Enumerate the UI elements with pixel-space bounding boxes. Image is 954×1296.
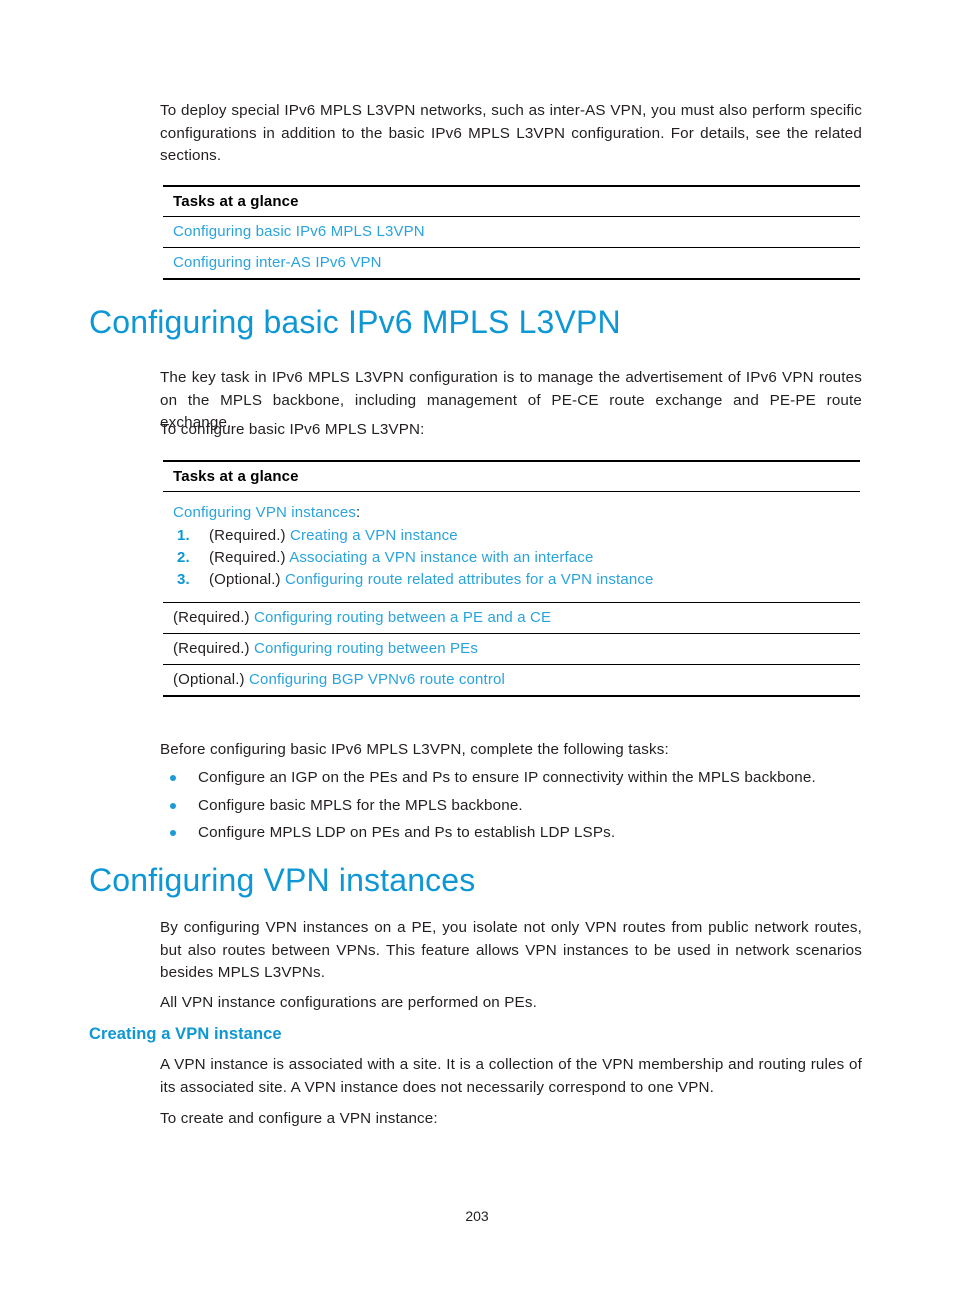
link-configuring-routing-between-pes[interactable]: Configuring routing between PEs: [254, 640, 478, 657]
colon-suffix: :: [356, 504, 361, 521]
table-row[interactable]: (Required.) Configuring routing between …: [163, 634, 860, 665]
ordered-step-list: 1. (Required.) Creating a VPN instance 2…: [173, 525, 860, 591]
step-requirement: (Required.): [209, 527, 286, 544]
section-creating-paragraph-1: A VPN instance is associated with a site…: [160, 1056, 862, 1096]
step-number: 3.: [177, 571, 190, 588]
intro-paragraph: To deploy special IPv6 MPLS L3VPN networ…: [160, 102, 862, 164]
step-number: 1.: [177, 527, 190, 544]
link-associating-a-vpn-instance-with-an-interface[interactable]: Associating a VPN instance with an inter…: [289, 549, 593, 566]
list-item-label: Configure MPLS LDP on PEs and Ps to esta…: [198, 824, 616, 841]
tasks-at-a-glance-table-top: Tasks at a glance Configuring basic IPv6…: [163, 185, 860, 280]
step-requirement: (Required.): [209, 549, 286, 566]
section-creating-paragraph-2: To create and configure a VPN instance:: [160, 1110, 438, 1127]
list-item: Configure an IGP on the PEs and Ps to en…: [160, 764, 862, 792]
row-requirement: (Optional.): [173, 671, 245, 688]
list-item[interactable]: 1. (Required.) Creating a VPN instance: [173, 525, 860, 547]
table-row[interactable]: Configuring basic IPv6 MPLS L3VPN: [163, 217, 860, 248]
list-item[interactable]: 2. (Required.) Associating a VPN instanc…: [173, 547, 860, 569]
list-item: Configure MPLS LDP on PEs and Ps to esta…: [160, 819, 862, 847]
list-item[interactable]: 3. (Optional.) Configuring route related…: [173, 569, 860, 591]
row-requirement: (Required.): [173, 640, 250, 657]
tasks-at-a-glance-table-main: Tasks at a glance Configuring VPN instan…: [163, 460, 860, 697]
prerequisites-lead-in: Before configuring basic IPv6 MPLS L3VPN…: [160, 741, 669, 758]
document-page: To deploy special IPv6 MPLS L3VPN networ…: [0, 0, 954, 1296]
table-header-cell: Tasks at a glance: [163, 462, 860, 492]
row-requirement: (Required.): [173, 609, 250, 626]
bullet-icon: [170, 802, 176, 809]
prerequisites-list: Configure an IGP on the PEs and Ps to en…: [160, 764, 862, 847]
table-row-vpn-instance-steps[interactable]: Configuring VPN instances: 1. (Required.…: [163, 492, 860, 603]
bullet-icon: [170, 775, 176, 781]
list-item-label: Configure an IGP on the PEs and Ps to en…: [198, 769, 816, 786]
section-basic-paragraph-2: To configure basic IPv6 MPLS L3VPN:: [160, 421, 425, 438]
list-item: Configure basic MPLS for the MPLS backbo…: [160, 792, 862, 820]
list-item-label: Configure basic MPLS for the MPLS backbo…: [198, 796, 523, 814]
link-configuring-vpn-instances[interactable]: Configuring VPN instances: [173, 504, 356, 521]
step-number: 2.: [177, 549, 190, 566]
section-heading-configuring-vpn-instances: Configuring VPN instances: [89, 862, 476, 898]
vpn-instances-group-label[interactable]: Configuring VPN instances:: [173, 502, 860, 524]
table-row[interactable]: (Required.) Configuring routing between …: [163, 603, 860, 634]
section-vpn-instances-paragraph-1: By configuring VPN instances on a PE, yo…: [160, 919, 862, 981]
table-header-cell: Tasks at a glance: [163, 187, 860, 217]
table-row[interactable]: (Optional.) Configuring BGP VPNv6 route …: [163, 665, 860, 695]
link-configuring-basic-ipv6-mpls-l3vpn[interactable]: Configuring basic IPv6 MPLS L3VPN: [173, 223, 425, 240]
table-row[interactable]: Configuring inter-AS IPv6 VPN: [163, 248, 860, 278]
link-creating-a-vpn-instance[interactable]: Creating a VPN instance: [290, 527, 458, 544]
bullet-icon: [170, 830, 176, 836]
link-configuring-bgp-vpnv6-route-control[interactable]: Configuring BGP VPNv6 route control: [249, 671, 505, 688]
section-vpn-instances-paragraph-2: All VPN instance configurations are perf…: [160, 994, 537, 1011]
page-title-configuring-basic-ipv6-mpls-l3vpn: Configuring basic IPv6 MPLS L3VPN: [89, 304, 621, 340]
subsection-heading-creating-a-vpn-instance: Creating a VPN instance: [89, 1025, 282, 1043]
page-number: 203: [465, 1208, 489, 1224]
link-configuring-route-related-attributes[interactable]: Configuring route related attributes for…: [285, 571, 653, 588]
link-configuring-inter-as-ipv6-vpn[interactable]: Configuring inter-AS IPv6 VPN: [173, 254, 382, 271]
step-requirement: (Optional.): [209, 571, 281, 588]
link-configuring-routing-between-a-pe-and-a-ce[interactable]: Configuring routing between a PE and a C…: [254, 609, 551, 626]
